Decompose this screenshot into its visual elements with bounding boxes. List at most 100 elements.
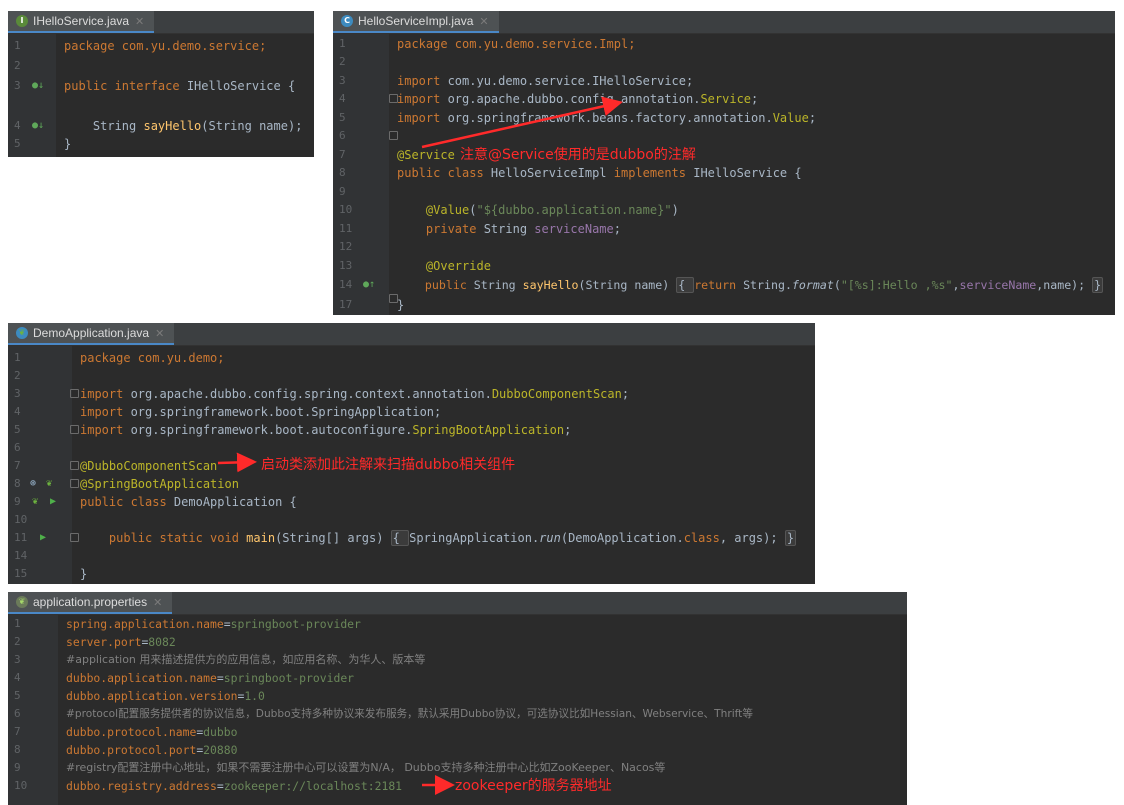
folded-brace[interactable]: { (390, 530, 410, 546)
code-keyword: public class (80, 495, 174, 509)
line-number: 11 (339, 222, 353, 235)
close-tab-icon[interactable]: ✕ (153, 596, 162, 609)
code-text: org.apache.dubbo.config.annotation. (447, 92, 701, 106)
prop-key: dubbo.protocol.name (66, 725, 197, 739)
code-text: } (397, 298, 405, 312)
code-keyword: import (397, 74, 448, 88)
line-number: 15 (14, 567, 28, 580)
spring-leaf-icon[interactable]: ❦ (46, 475, 52, 493)
line-number: 9 (339, 185, 346, 198)
code-text: HelloServiceImpl (490, 166, 614, 180)
fold-toggle-icon[interactable] (70, 425, 79, 434)
prop-key: server.port (66, 635, 142, 649)
fold-toggle-icon[interactable] (70, 389, 79, 398)
folded-brace[interactable]: } (784, 530, 797, 546)
line-gutter: 1 2 3 4 5 6 7 8 9 10 (8, 615, 58, 805)
code-method: main (246, 531, 276, 545)
fold-toggle-icon[interactable] (70, 533, 79, 542)
prop-key: dubbo.protocol.port (66, 743, 197, 757)
line-gutter: 1 2 3 4 5 6 7 8 9 10 11 14 15 ⊛ ❦ ❦ ▶ ▶ (8, 346, 72, 584)
tab-demoapplication[interactable]: ❦ DemoApplication.java ✕ (8, 323, 175, 345)
code-line-6: } (64, 135, 71, 153)
tab-ihelloservice[interactable]: I IHelloService.java ✕ (8, 11, 155, 33)
annotation-note: 注意@Service使用的是dubbo的注解 (460, 147, 696, 163)
code-area[interactable]: package com.yu.demo.service; public inte… (64, 34, 314, 157)
line-number: 1 (14, 617, 21, 630)
run-triangle-icon[interactable]: ▶ (50, 493, 56, 511)
code-area[interactable]: package com.yu.demo.service.Impl; import… (397, 34, 1115, 315)
prop-eq: = (216, 671, 224, 685)
code-line-8: public class HelloServiceImpl implements… (397, 164, 802, 182)
code-text: ; (564, 423, 572, 437)
line-number: 9 (14, 761, 21, 774)
code-keyword: private (397, 222, 484, 236)
close-tab-icon[interactable]: ✕ (155, 327, 164, 340)
tab-helloserviceimpl[interactable]: C HelloServiceImpl.java ✕ (333, 11, 499, 33)
annotation-note: 启动类添加此注解来扫描dubbo相关组件 (261, 457, 516, 473)
line-number: 4 (339, 92, 346, 105)
code-text: ; (613, 222, 621, 236)
code-text: ; (621, 387, 630, 401)
code-annotation: @DubboComponentScan (80, 459, 218, 473)
line-number: 14 (339, 278, 353, 291)
line-number: 17 (339, 298, 353, 311)
code-line-9: public class DemoApplication { (80, 493, 297, 511)
code-keyword: class (683, 531, 720, 545)
code-keyword: import (80, 405, 131, 419)
line-number: 8 (14, 477, 21, 490)
line-number: 13 (339, 259, 353, 272)
line-number: 3 (14, 387, 21, 400)
prop-line: dubbo.application.version=1.0 (66, 687, 265, 705)
code-string: "${dubbo.application.name}" (476, 203, 672, 217)
code-line-13: @Override (397, 257, 491, 275)
fold-toggle-icon[interactable] (70, 479, 79, 488)
code-package: package com.yu.demo.service.Impl; (397, 37, 636, 51)
line-number: 2 (339, 55, 346, 68)
code-annotation-type: Value (772, 111, 809, 125)
folded-brace[interactable]: { (676, 277, 695, 293)
line-number: 9 (14, 495, 21, 508)
code-text: (DemoApplication. (560, 531, 684, 545)
code-annotation: @Override (397, 259, 491, 273)
line-number: 10 (14, 779, 28, 792)
prop-line: spring.application.name=springboot-provi… (66, 615, 361, 633)
implemented-marker-icon[interactable]: ●↓ (32, 117, 44, 135)
tab-bar: I IHelloService.java ✕ (8, 11, 314, 34)
prop-value: 20880 (203, 743, 238, 757)
prop-value: springboot-provider (223, 671, 355, 685)
line-number: 2 (14, 369, 21, 382)
implements-marker-icon[interactable]: ●↑ (363, 276, 375, 294)
bean-marker-icon[interactable]: ⊛ (30, 475, 36, 493)
code-line-14: public String sayHello(String name) { re… (397, 276, 1104, 294)
code-line-5: import org.springframework.boot.autoconf… (80, 421, 571, 439)
line-number: 5 (14, 137, 21, 150)
line-number: 7 (14, 725, 21, 738)
code-annotation: @Service (397, 148, 455, 162)
tab-bar: ❦ DemoApplication.java ✕ (8, 323, 815, 346)
run-triangle-icon[interactable]: ▶ (40, 529, 46, 547)
line-number: 14 (14, 549, 28, 562)
folded-brace[interactable]: } (1092, 277, 1104, 293)
implemented-marker-icon[interactable]: ●↓ (32, 77, 44, 95)
code-line-5: import org.springframework.beans.factory… (397, 109, 816, 127)
interface-i-icon: I (16, 15, 28, 27)
tab-bar: ❦ application.properties ✕ (8, 592, 907, 615)
code-annotation-type: DubboComponentScan (491, 387, 622, 401)
close-tab-icon[interactable]: ✕ (479, 15, 488, 28)
close-tab-icon[interactable]: ✕ (135, 15, 144, 28)
code-keyword: implements (613, 166, 694, 180)
tab-application-properties[interactable]: ❦ application.properties ✕ (8, 592, 173, 614)
spring-leaf-icon[interactable]: ❦ (32, 493, 38, 511)
line-number: 12 (339, 240, 353, 253)
prop-comment: #protocol配置服务提供者的协议信息，Dubbo支持多种协议来发布服务，默… (66, 708, 753, 720)
code-line-3: public interface IHelloService { (64, 77, 295, 95)
code-text: org.springframework.boot.SpringApplicati… (130, 405, 442, 419)
fold-toggle-icon[interactable] (70, 461, 79, 470)
line-number: 5 (14, 423, 21, 436)
line-number: 6 (339, 129, 346, 142)
code-text: String (483, 222, 535, 236)
code-text: String (473, 278, 523, 292)
code-field: serviceName (959, 278, 1037, 292)
code-line-3: import org.apache.dubbo.config.spring.co… (80, 385, 629, 403)
line-number: 4 (14, 671, 21, 684)
